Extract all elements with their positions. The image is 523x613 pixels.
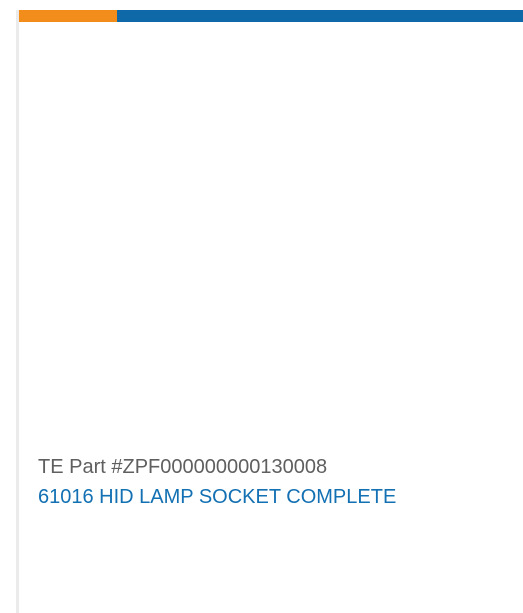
product-card[interactable]: TE Part #ZPF000000000130008 61016 HID LA… (16, 10, 523, 613)
accent-bar-blue (117, 10, 523, 22)
product-image-placeholder[interactable] (19, 22, 523, 442)
product-name-link[interactable]: 61016 HID LAMP SOCKET COMPLETE (38, 483, 396, 511)
accent-bar-orange (19, 10, 117, 22)
part-number: TE Part #ZPF000000000130008 (38, 456, 328, 478)
accent-bar (19, 10, 523, 22)
